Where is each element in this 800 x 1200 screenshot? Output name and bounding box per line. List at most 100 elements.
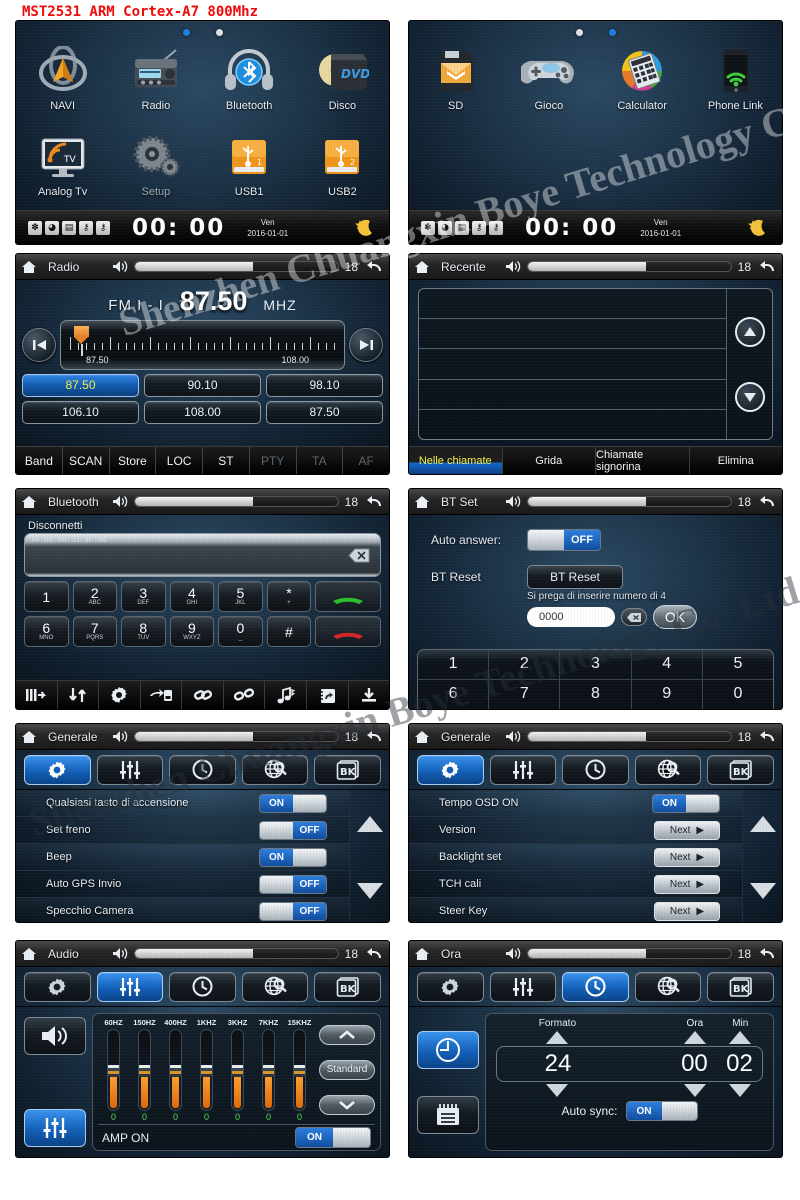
minute-down-button[interactable]	[729, 1084, 752, 1097]
home-icon[interactable]	[409, 947, 435, 961]
setting-row[interactable]: Backlight set Next ▶	[409, 844, 742, 871]
speaker-icon[interactable]	[505, 947, 521, 960]
tab-general[interactable]	[24, 754, 91, 785]
tab-general[interactable]	[24, 971, 91, 1002]
volume-slider[interactable]	[527, 496, 732, 507]
bt-reset-button[interactable]: BT Reset	[527, 565, 623, 589]
file-status-icon[interactable]: ▤	[455, 220, 469, 235]
setting-toggle[interactable]: ON	[652, 793, 720, 813]
tab-audio[interactable]	[96, 754, 164, 785]
numpad-key[interactable]: 1	[418, 650, 490, 680]
home-icon[interactable]	[409, 260, 435, 274]
back-icon[interactable]	[756, 260, 778, 274]
key-9[interactable]: 9 WXYZ	[169, 616, 215, 647]
eq-band[interactable]: 15KHZ 0	[284, 1018, 315, 1122]
back-icon[interactable]	[756, 730, 778, 744]
key-star[interactable]: * +	[266, 581, 312, 612]
link-icon[interactable]	[182, 681, 224, 709]
home-icon[interactable]	[16, 495, 42, 509]
numpad-key[interactable]: 6	[418, 679, 490, 709]
scroll-down-button[interactable]	[356, 883, 383, 900]
speaker-icon[interactable]	[505, 260, 521, 273]
volume-slider[interactable]	[134, 496, 339, 507]
key-5[interactable]: 5 JKL	[218, 581, 263, 612]
setting-toggle[interactable]: ON	[259, 793, 327, 813]
tab-language[interactable]	[634, 754, 702, 785]
tab-time[interactable]	[562, 754, 629, 785]
prev-station-button[interactable]	[22, 328, 56, 362]
speaker-balance-button[interactable]	[24, 1017, 86, 1055]
setting-row[interactable]: Auto GPS Invio OFF	[16, 871, 349, 898]
tab-language[interactable]	[241, 971, 309, 1002]
list-item[interactable]	[419, 289, 726, 320]
preset-button[interactable]: 90.10	[144, 374, 261, 397]
tab-time[interactable]	[169, 971, 236, 1002]
store-button[interactable]: Store	[110, 447, 157, 474]
tab-incoming-calls[interactable]: Nelle chiamate	[409, 447, 503, 474]
tab-language[interactable]	[241, 754, 309, 785]
tab-backup[interactable]: BK	[707, 754, 774, 785]
answer-call-button[interactable]	[315, 581, 381, 612]
scroll-down-button[interactable]	[749, 883, 776, 900]
moon-star-icon[interactable]	[746, 217, 768, 239]
tab-general[interactable]	[417, 754, 484, 785]
scroll-up-button[interactable]	[749, 815, 776, 832]
speaker-icon[interactable]	[112, 495, 128, 508]
numpad-key[interactable]: 0	[703, 680, 773, 710]
list-item[interactable]	[419, 410, 726, 439]
scroll-up-button[interactable]	[734, 316, 765, 347]
tab-audio[interactable]	[489, 754, 557, 785]
preset-button[interactable]: 87.50	[22, 374, 139, 397]
eq-slider[interactable]	[169, 1029, 182, 1111]
usb2-status-icon[interactable]: ⚷	[96, 220, 110, 235]
app-radio[interactable]: Radio	[109, 43, 202, 125]
setting-toggle[interactable]: OFF	[259, 901, 327, 921]
end-call-button[interactable]	[315, 616, 381, 647]
numpad-key[interactable]: 8	[560, 679, 632, 709]
eq-band[interactable]: 1KHZ 0	[191, 1018, 222, 1122]
app-usb1[interactable]: 1 USB1	[203, 129, 296, 211]
home-icon[interactable]	[16, 730, 42, 744]
key-7[interactable]: 7 PQRS	[72, 616, 118, 647]
eq-slider[interactable]	[262, 1029, 275, 1111]
ta-button[interactable]: TA	[297, 447, 344, 474]
back-icon[interactable]	[363, 260, 385, 274]
ok-button[interactable]: OK	[653, 605, 697, 629]
key-3[interactable]: 3 DEF	[121, 581, 166, 612]
phonebook-icon[interactable]	[307, 681, 349, 709]
tab-backup[interactable]: BK	[707, 971, 774, 1002]
app-analog-tv[interactable]: TV Analog Tv	[16, 129, 109, 211]
eq-band[interactable]: 3KHZ 0	[222, 1018, 253, 1122]
setting-toggle[interactable]: OFF	[259, 874, 327, 894]
eq-slider[interactable]	[293, 1029, 306, 1111]
tab-outgoing-calls[interactable]: Grida	[503, 447, 596, 474]
volume-slider[interactable]	[134, 731, 339, 742]
numpad-key[interactable]: 2	[489, 650, 561, 680]
tab-backup[interactable]: BK	[314, 971, 381, 1002]
tuning-needle[interactable]	[74, 326, 89, 356]
preset-button[interactable]: 108.00	[144, 401, 261, 424]
tab-missed-calls[interactable]: Chiamate signorina	[596, 447, 690, 474]
setting-row[interactable]: Beep ON	[16, 844, 349, 871]
page-dot-2[interactable]	[608, 29, 616, 36]
af-button[interactable]: AF	[343, 447, 389, 474]
setting-row[interactable]: Steer Key Next ▶	[409, 898, 742, 922]
bt-settings-icon[interactable]	[99, 681, 141, 709]
format-up-button[interactable]	[546, 1031, 569, 1044]
back-icon[interactable]	[363, 947, 385, 961]
list-item[interactable]	[419, 380, 726, 410]
eq-slider[interactable]	[107, 1029, 120, 1111]
numpad-key[interactable]: 3	[560, 650, 632, 680]
app-sd[interactable]: SD	[409, 43, 502, 125]
eq-slider[interactable]	[231, 1029, 244, 1111]
pty-button[interactable]: PTY	[250, 447, 297, 474]
app-navi[interactable]: NAVI	[16, 43, 109, 125]
key-1[interactable]: 1	[24, 581, 69, 612]
volume-slider[interactable]	[134, 261, 339, 272]
setting-row[interactable]: Version Next ▶	[409, 817, 742, 844]
calendar-mode-button[interactable]	[417, 1095, 479, 1134]
dial-number-input[interactable]: 34:60:60:33:9F:60	[24, 533, 381, 577]
next-station-button[interactable]	[349, 328, 383, 362]
key-hash[interactable]: #	[266, 616, 312, 647]
setting-toggle[interactable]: OFF	[259, 820, 327, 840]
